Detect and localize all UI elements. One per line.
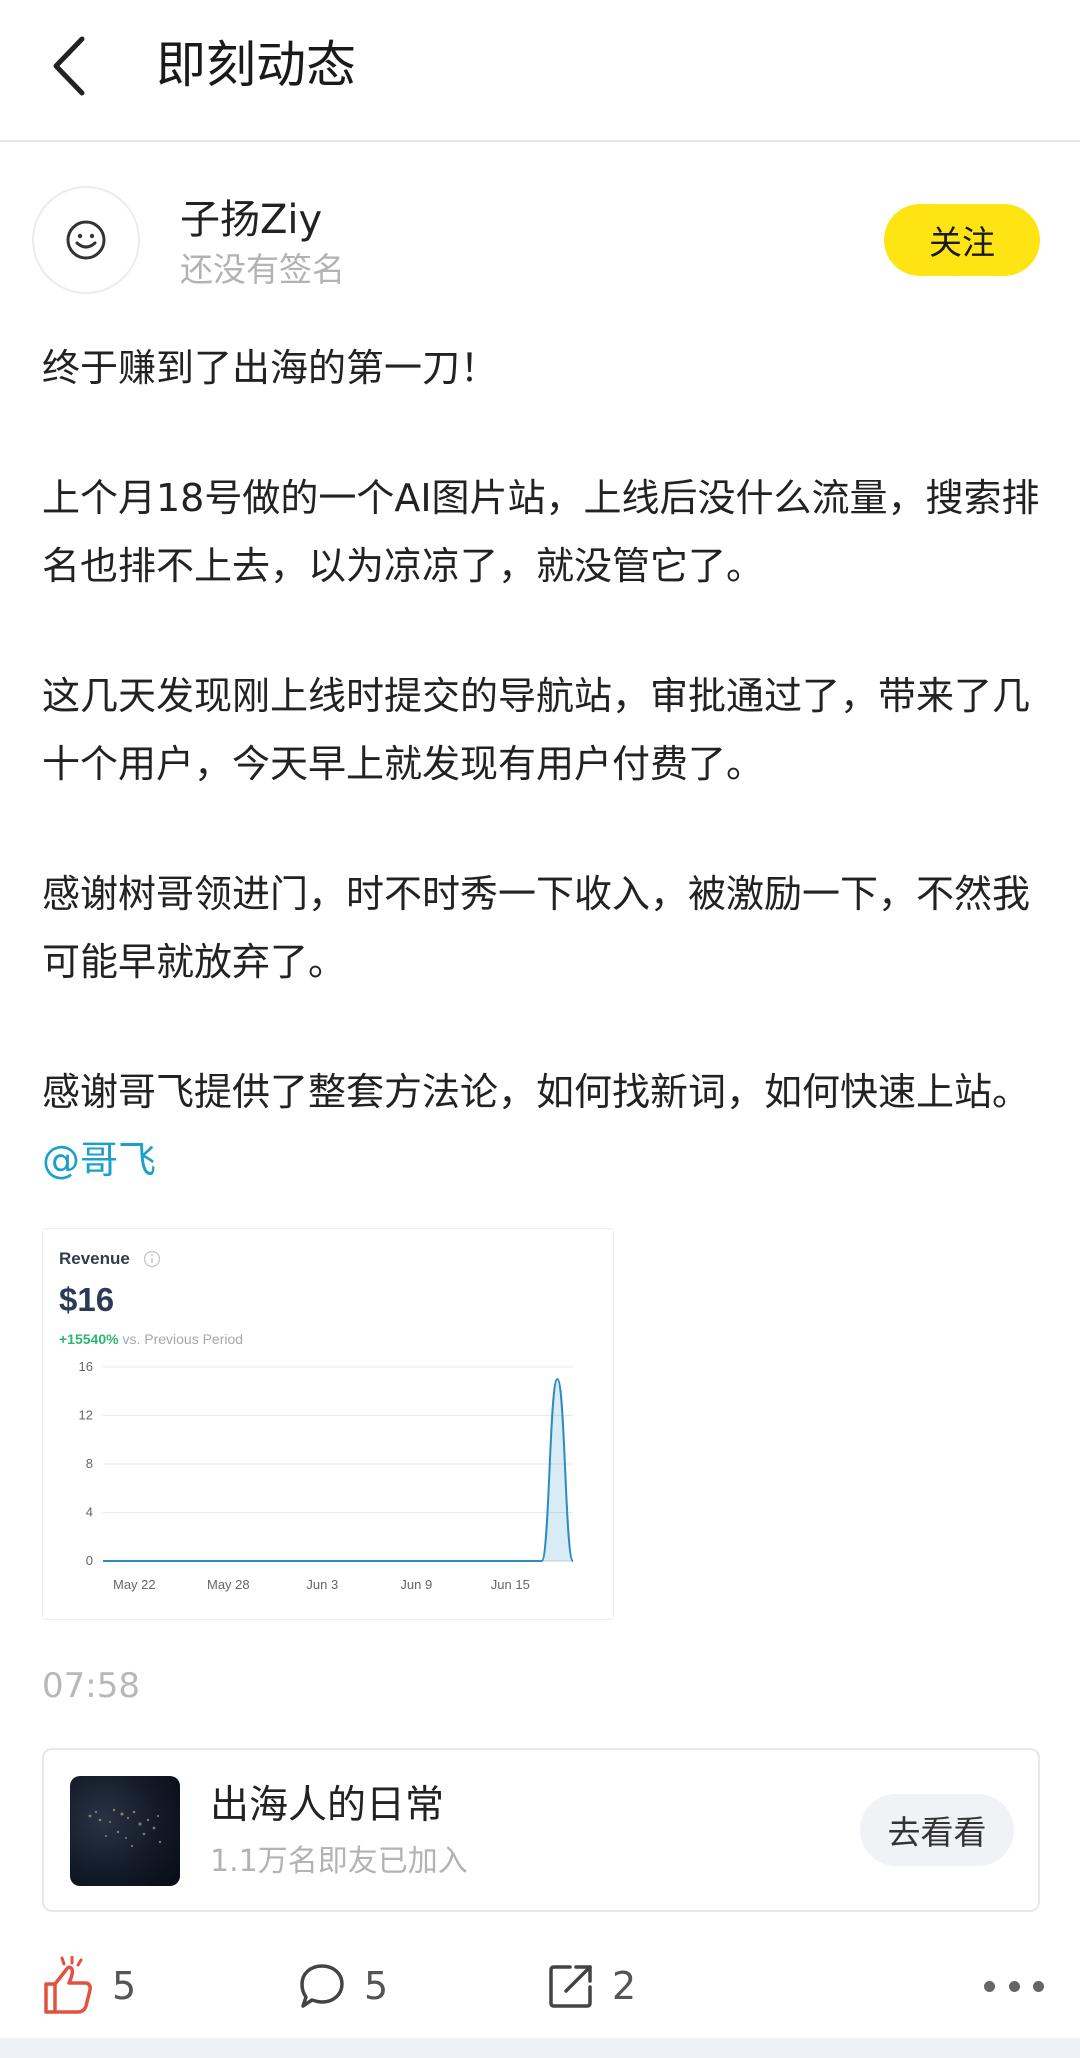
x-tick-label: Jun 9: [400, 1577, 432, 1592]
post-paragraph: 感谢哥飞提供了整套方法论，如何找新词，如何快速上站。 @哥飞: [42, 1058, 1042, 1194]
group-card[interactable]: 出海人的日常 1.1万名即友已加入 去看看: [42, 1748, 1040, 1912]
y-tick-label: 16: [79, 1359, 93, 1374]
change-percent: +15540%: [59, 1331, 119, 1347]
revenue-amount: $16: [59, 1281, 115, 1318]
group-thumbnail: [70, 1776, 180, 1886]
page-title: 即刻动态: [156, 36, 356, 94]
chart-title: Revenue: [59, 1249, 130, 1268]
post-paragraph: 终于赚到了出海的第一刀！: [42, 346, 499, 390]
world-map-icon: [88, 1808, 162, 1848]
share-arrow-icon: [549, 1965, 592, 2008]
go-see-button[interactable]: 去看看: [860, 1794, 1014, 1866]
mention-link[interactable]: @哥飞: [42, 1138, 156, 1182]
x-tick-label: Jun 3: [306, 1577, 338, 1592]
author-name[interactable]: 子扬Ziy: [180, 194, 322, 246]
more-options-button[interactable]: [984, 1968, 1044, 2004]
y-tick-label: 4: [86, 1505, 93, 1520]
dot-icon: [1033, 1980, 1044, 1992]
like-button[interactable]: 5: [42, 1954, 136, 2018]
post-content: 终于赚到了出海的第一刀！ 上个月18号做的一个AI图片站，上线后没什么流量，搜索…: [42, 334, 1042, 1194]
revenue-chart-image[interactable]: Revenue $16 +15540% vs. Previous Period …: [42, 1228, 614, 1620]
y-tick-label: 12: [79, 1408, 93, 1423]
smiley-face-icon: [66, 220, 106, 260]
series-line: [102, 1378, 574, 1562]
comment-button[interactable]: 5: [298, 1954, 388, 2018]
series-area: [103, 1379, 573, 1561]
post-paragraph: 上个月18号做的一个AI图片站，上线后没什么流量，搜索排名也排不上去，以为凉凉了…: [42, 476, 1040, 588]
revenue-change: +15540% vs. Previous Period: [59, 1331, 243, 1347]
follow-button[interactable]: 关注: [884, 204, 1040, 276]
chevron-left-icon: [53, 36, 85, 96]
share-button[interactable]: 2: [548, 1954, 636, 2018]
post-timestamp: 07:58: [42, 1666, 140, 1706]
author-row: 子扬Ziy 还没有签名 关注: [0, 186, 1080, 296]
comment-count: 5: [364, 1964, 389, 2008]
group-name: 出海人的日常: [210, 1783, 445, 1828]
x-tick-label: Jun 15: [491, 1577, 530, 1592]
post-paragraph: 这几天发现刚上线时提交的导航站，审批通过了，带来了几十个用户，今天早上就发现有用…: [42, 674, 1031, 786]
dot-icon: [1008, 1980, 1020, 1992]
change-text: vs. Previous Period: [122, 1331, 244, 1347]
top-bar: 即刻动态: [0, 0, 1080, 142]
comment-bubble-icon: [300, 1964, 344, 2008]
avatar[interactable]: [32, 186, 140, 294]
bottom-strip: [0, 2038, 1080, 2058]
post-paragraph: 感谢树哥领进门，时不时秀一下收入，被激励一下，不然我可能早就放弃了。: [42, 872, 1031, 984]
post-paragraph-text: 感谢哥飞提供了整套方法论，如何找新词，如何快速上站。: [42, 1070, 1031, 1114]
dot-icon: [984, 1980, 995, 1992]
action-bar: 5 5 2: [0, 1940, 1080, 2030]
x-tick-label: May 22: [113, 1577, 156, 1592]
thumbs-up-icon: [44, 1956, 92, 2014]
like-count: 5: [112, 1964, 137, 2008]
x-tick-label: May 28: [207, 1577, 250, 1592]
share-count: 2: [612, 1964, 637, 2008]
y-tick-label: 0: [86, 1553, 93, 1568]
revenue-plot: 0 4 8 12 16 May 22 May 28 Jun 3 Jun 9 Jun 15: [79, 1359, 574, 1592]
y-tick-label: 8: [86, 1456, 93, 1471]
author-signature: 还没有签名: [180, 250, 345, 289]
info-icon: [143, 1250, 161, 1268]
group-members: 1.1万名即友已加入: [210, 1844, 468, 1879]
back-button[interactable]: [36, 26, 100, 106]
